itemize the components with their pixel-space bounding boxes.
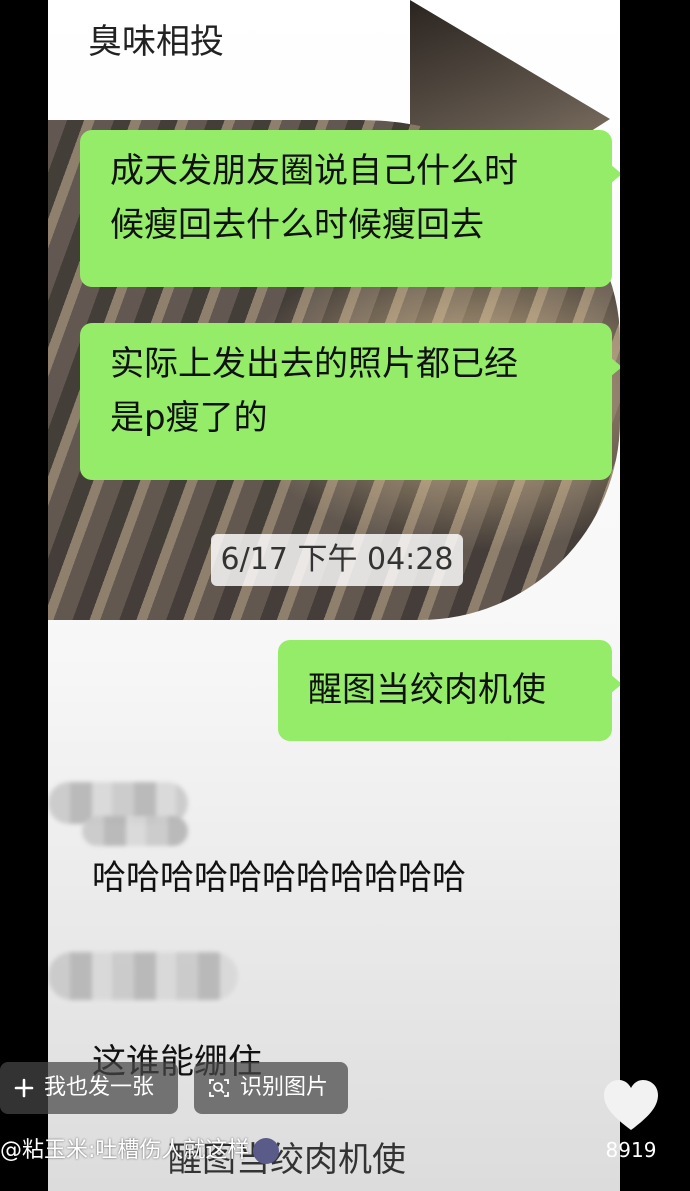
chat-screenshot-image: 臭味相投 成天发朋友圈说自己什么时 候瘦回去什么时候瘦回去 实际上发出去的照片都…: [48, 0, 620, 1191]
heart-icon: [604, 1080, 658, 1130]
message-bubble: 实际上发出去的照片都已经 是p瘦了的: [80, 323, 620, 480]
upload-image-button[interactable]: 我也发一张: [0, 1062, 178, 1114]
like-count: 8919: [605, 1138, 657, 1162]
scan-image-icon: [208, 1077, 230, 1099]
blurred-avatar-name: [48, 952, 238, 1000]
message-text-line: 成天发朋友圈说自己什么时: [110, 151, 518, 191]
blurred-avatar-name: [82, 816, 188, 846]
like-button[interactable]: [600, 1076, 662, 1136]
upload-image-label: 我也发一张: [44, 1075, 155, 1100]
chat-title: 臭味相投: [88, 22, 224, 62]
message-bubble: 成天发朋友圈说自己什么时 候瘦回去什么时候瘦回去: [80, 130, 620, 287]
message-text-line: 实际上发出去的照片都已经: [110, 344, 518, 384]
emoji-icon: [253, 1138, 280, 1164]
plus-icon: [14, 1078, 34, 1098]
recognize-image-button[interactable]: 识别图片: [194, 1062, 348, 1114]
message-text: 醒图当绞肉机使: [308, 670, 546, 710]
incoming-message-text: 哈哈哈哈哈哈哈哈哈哈哈: [92, 858, 466, 898]
caption-text: @粘玉米:吐槽伤人就这样: [0, 1138, 250, 1163]
recognize-image-label: 识别图片: [240, 1075, 329, 1100]
post-caption: @粘玉米:吐槽伤人就这样: [0, 1132, 280, 1164]
message-text-line: 候瘦回去什么时候瘦回去: [110, 205, 484, 245]
message-text-line: 是p瘦了的: [110, 398, 268, 438]
message-timestamp: 6/17 下午 04:28: [211, 534, 463, 586]
message-bubble: 醒图当绞肉机使: [278, 640, 620, 741]
